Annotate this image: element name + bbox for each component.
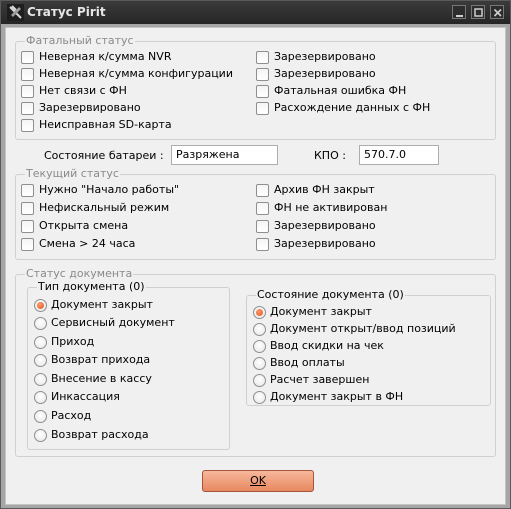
window-title: Статус Pirit [27,5,106,19]
document-state-group: Состояние документа (0) Документ закрыт … [246,288,491,406]
current-status-title: Текущий статус [25,167,120,181]
fatal-status-title: Фатальный статус [25,34,135,48]
close-icon [493,8,502,17]
document-status-group: Статус документа Тип документа (0) Докум… [15,267,496,457]
kpo-field[interactable]: 570.7.0 [359,145,439,165]
document-type-title: Тип документа (0) [37,280,146,294]
fatal-status-group: Фатальный статус Неверная к/сумма NVR Не… [15,34,496,140]
document-state-title: Состояние документа (0) [256,288,405,302]
maximize-icon [474,8,483,17]
app-icon [7,4,24,21]
radio-selected-dot[interactable] [253,306,266,319]
current-status-group: Текущий статус Нужно "Начало работы" Неф… [15,167,496,260]
status-window: Статус Pirit Фатальный статус Неверная к… [0,0,511,509]
dialog-body: Фатальный статус Неверная к/сумма NVR Не… [5,27,506,505]
minimize-button[interactable] [452,5,466,19]
document-type-group: Тип документа (0) Документ закрыт Сервис… [27,280,230,450]
title-bar[interactable]: Статус Pirit [1,1,510,24]
minimize-icon [456,15,463,17]
kpo-label: КПО : [314,149,346,162]
close-button[interactable] [490,5,504,19]
battery-field[interactable]: Разряжена [171,145,278,165]
battery-label: Состояние батареи : [44,149,164,162]
ok-button-label: OK [250,474,266,487]
document-status-title: Статус документа [25,267,134,281]
radio-selected-dot[interactable] [34,299,47,312]
ok-button[interactable]: OK [202,470,314,492]
maximize-button[interactable] [471,5,485,19]
